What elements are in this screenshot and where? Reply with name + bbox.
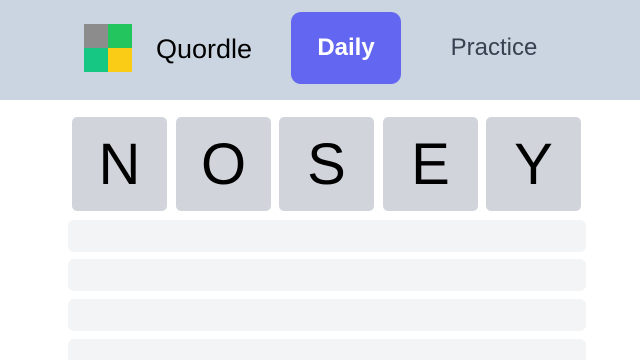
empty-guess-row	[68, 299, 586, 331]
empty-guess-row	[68, 339, 586, 360]
brand-name[interactable]: Quordle	[156, 30, 252, 68]
letter-tile: E	[383, 117, 478, 211]
logo-square-green-bottom	[84, 48, 108, 72]
letter-tile: O	[176, 117, 271, 211]
empty-guess-row	[68, 259, 586, 291]
empty-guess-row	[68, 220, 586, 252]
letter-tile: Y	[486, 117, 581, 211]
letter-tile: S	[279, 117, 374, 211]
letter-tile: N	[72, 117, 167, 211]
tab-daily[interactable]: Daily	[291, 12, 401, 84]
logo-square-yellow	[108, 48, 132, 72]
top-navbar: Quordle Daily Practice	[0, 0, 640, 100]
quordle-logo-icon[interactable]	[84, 24, 132, 72]
logo-square-green-top	[108, 24, 132, 48]
logo-square-gray	[84, 24, 108, 48]
tab-practice[interactable]: Practice	[424, 12, 564, 84]
